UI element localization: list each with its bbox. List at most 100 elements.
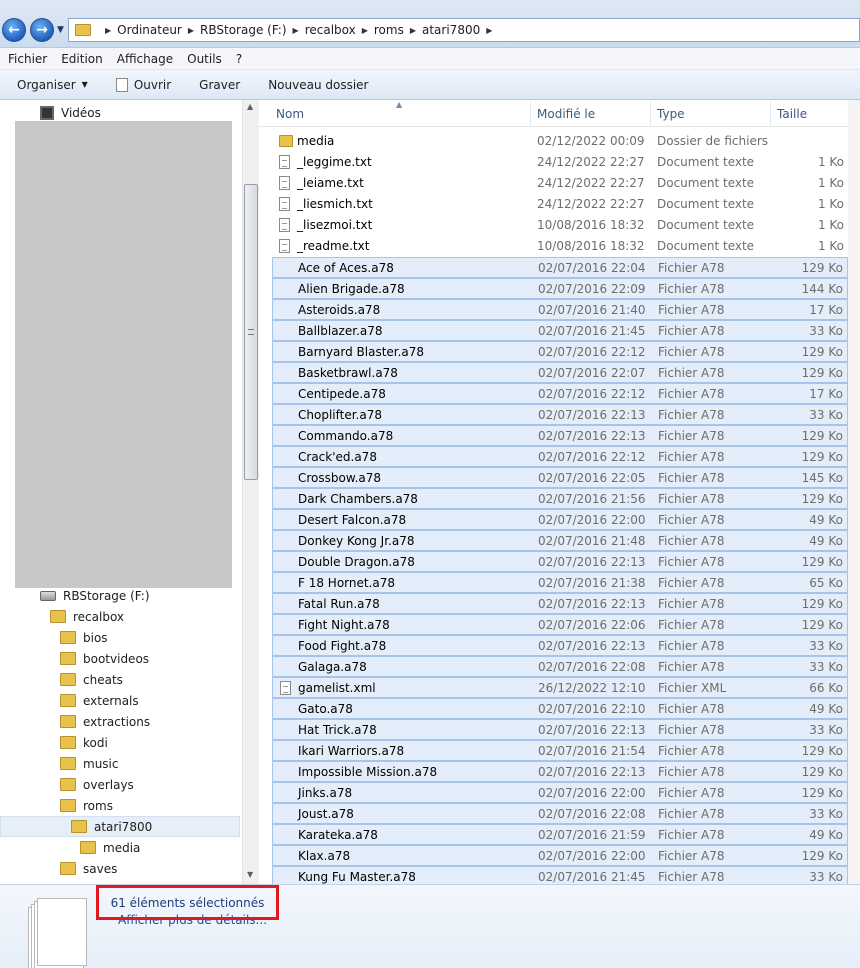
tree-item-extractions[interactable]: extractions [60, 711, 150, 732]
file-row[interactable]: Klax.a78 02/07/2016 22:00 Fichier A78 129 K… [272, 845, 848, 866]
file-row[interactable]: Double Dragon.a78 02/07/2016 22:13 Fichier… [272, 551, 848, 572]
folder-icon [80, 841, 96, 854]
tree-item-videos[interactable]: Vidéos [40, 102, 101, 123]
file-row[interactable]: Ikari Warriors.a78 02/07/2016 21:54 Fichie… [272, 740, 848, 761]
file-row[interactable]: Asteroids.a78 02/07/2016 21:40 Fichier A78… [272, 299, 848, 320]
column-header-modified[interactable]: Modifié le [537, 107, 595, 121]
file-name: media [297, 134, 335, 148]
file-row[interactable]: Impossible Mission.a78 02/07/2016 22:13 Fi… [272, 761, 848, 782]
breadcrumb-atari7800[interactable]: atari7800 [422, 23, 480, 37]
file-row[interactable]: _liesmich.txt 24/12/2022 22:27 Document te… [272, 194, 848, 215]
file-row[interactable]: _leiame.txt 24/12/2022 22:27 Document text… [272, 173, 848, 194]
file-row[interactable]: Fatal Run.a78 02/07/2016 22:13 Fichier A78… [272, 593, 848, 614]
scroll-down-icon[interactable]: ▼ [247, 870, 253, 879]
scroll-up-icon[interactable]: ▲ [247, 102, 253, 111]
navigation-scrollbar[interactable]: ▲ ▼ [242, 100, 259, 884]
chevron-right-icon[interactable]: ▶ [188, 26, 194, 35]
file-name: Asteroids.a78 [298, 303, 381, 317]
file-row[interactable]: Choplifter.a78 02/07/2016 22:13 Fichier A7… [272, 404, 848, 425]
menu-fichier[interactable]: Fichier [8, 52, 47, 66]
file-row[interactable]: Ballblazer.a78 02/07/2016 21:45 Fichier A7… [272, 320, 848, 341]
back-button[interactable]: ← [2, 18, 26, 42]
file-row[interactable]: Jinks.a78 02/07/2016 22:00 Fichier A78 129 … [272, 782, 848, 803]
file-name: Klax.a78 [298, 849, 351, 863]
tree-label: music [83, 756, 119, 771]
file-name: Commando.a78 [298, 429, 394, 443]
file-row[interactable]: Karateka.a78 02/07/2016 21:59 Fichier A78 4… [272, 824, 848, 845]
file-row[interactable]: Donkey Kong Jr.a78 02/07/2016 21:48 Fichie… [272, 530, 848, 551]
ouvrir-button[interactable]: Ouvrir [115, 77, 171, 92]
tree-item-rbstorage[interactable]: RBStorage (F:) [40, 585, 150, 606]
file-list-scrollbar[interactable] [848, 100, 860, 884]
file-row[interactable]: Gato.a78 02/07/2016 22:10 Fichier A78 49 Ko [272, 698, 848, 719]
menu-affichage[interactable]: Affichage [117, 52, 173, 66]
chevron-right-icon[interactable]: ▶ [486, 26, 492, 35]
breadcrumb-ordinateur[interactable]: Ordinateur [117, 23, 182, 37]
file-row[interactable]: Crossbow.a78 02/07/2016 22:05 Fichier A78 1… [272, 467, 848, 488]
file-row[interactable]: Commando.a78 02/07/2016 22:13 Fichier A78 1… [272, 425, 848, 446]
tree-item-atari7800[interactable]: atari7800 [0, 816, 240, 837]
breadcrumb-roms[interactable]: roms [374, 23, 404, 37]
menu-help[interactable]: ? [236, 52, 242, 66]
chevron-right-icon[interactable]: ▶ [293, 26, 299, 35]
file-row[interactable]: Barnyard Blaster.a78 02/07/2016 22:12 Fich… [272, 341, 848, 362]
file-modified: 10/08/2016 18:32 [537, 239, 645, 253]
tree-item-externals[interactable]: externals [60, 690, 139, 711]
file-row[interactable]: Fight Night.a78 02/07/2016 22:06 Fichier A… [272, 614, 848, 635]
scrollbar-thumb[interactable] [244, 184, 258, 480]
file-row[interactable]: Food Fight.a78 02/07/2016 22:13 Fichier A7… [272, 635, 848, 656]
folder-icon [60, 652, 76, 665]
tree-item-recalbox[interactable]: recalbox [50, 606, 124, 627]
file-row[interactable]: Alien Brigade.a78 02/07/2016 22:09 Fichier… [272, 278, 848, 299]
column-divider[interactable] [650, 102, 651, 126]
file-row[interactable]: Crack'ed.a78 02/07/2016 22:12 Fichier A78 1… [272, 446, 848, 467]
tree-item-bootvideos[interactable]: bootvideos [60, 648, 149, 669]
file-row[interactable]: _readme.txt 10/08/2016 18:32 Document text… [272, 236, 848, 257]
file-row[interactable]: gamelist.xml 26/12/2022 12:10 Fichier XML 6… [272, 677, 848, 698]
graver-button[interactable]: Graver [199, 78, 240, 92]
file-row[interactable]: Kung Fu Master.a78 02/07/2016 21:45 Fichie… [272, 866, 848, 884]
chevron-right-icon[interactable]: ▶ [410, 26, 416, 35]
recent-pages-dropdown-icon[interactable]: ▼ [57, 25, 64, 35]
tree-label: Vidéos [61, 105, 101, 120]
file-row[interactable]: Joust.a78 02/07/2016 22:08 Fichier A78 33 K… [272, 803, 848, 824]
file-row[interactable]: media 02/12/2022 00:09 Dossier de fichiers [272, 131, 848, 152]
breadcrumb-rbstorage[interactable]: RBStorage (F:) [200, 23, 287, 37]
tree-item-saves[interactable]: saves [60, 858, 117, 879]
file-row[interactable]: Basketbrawl.a78 02/07/2016 22:07 Fichier A… [272, 362, 848, 383]
breadcrumb[interactable]: ▶ Ordinateur ▶ RBStorage (F:) ▶ recalbox… [68, 18, 860, 42]
file-name: _readme.txt [297, 239, 370, 253]
file-row[interactable]: Galaga.a78 02/07/2016 22:08 Fichier A78 33 … [272, 656, 848, 677]
organiser-button[interactable]: Organiser ▼ [17, 78, 88, 92]
tree-item-bios[interactable]: bios [60, 627, 108, 648]
file-row[interactable]: Ace of Aces.a78 02/07/2016 22:04 Fichier A… [272, 257, 848, 278]
file-modified: 24/12/2022 22:27 [537, 176, 645, 190]
tree-item-cheats[interactable]: cheats [60, 669, 123, 690]
chevron-right-icon[interactable]: ▶ [362, 26, 368, 35]
tree-item-roms[interactable]: roms [60, 795, 113, 816]
column-divider[interactable] [770, 102, 771, 126]
tree-item-music[interactable]: music [60, 753, 118, 774]
file-row[interactable]: _lisezmoi.txt 10/08/2016 18:32 Document te… [272, 215, 848, 236]
file-row[interactable]: Centipede.a78 02/07/2016 22:12 Fichier A78… [272, 383, 848, 404]
tree-item-overlays[interactable]: overlays [60, 774, 134, 795]
column-header-name[interactable]: Nom [276, 107, 304, 121]
file-row[interactable]: F 18 Hornet.a78 02/07/2016 21:38 Fichier A… [272, 572, 848, 593]
file-modified: 10/08/2016 18:32 [537, 218, 645, 232]
file-row[interactable]: Hat Trick.a78 02/07/2016 22:13 Fichier A78… [272, 719, 848, 740]
menu-outils[interactable]: Outils [187, 52, 222, 66]
file-row[interactable]: _leggime.txt 24/12/2022 22:27 Document tex… [272, 152, 848, 173]
forward-button[interactable]: → [30, 18, 54, 42]
breadcrumb-recalbox[interactable]: recalbox [305, 23, 356, 37]
tree-item-kodi[interactable]: kodi [60, 732, 108, 753]
file-size: 33 Ko [809, 723, 843, 737]
file-row[interactable]: Desert Falcon.a78 02/07/2016 22:00 Fichier… [272, 509, 848, 530]
tree-item-media[interactable]: media [80, 837, 140, 858]
new-folder-button[interactable]: Nouveau dossier [268, 78, 368, 92]
file-row[interactable]: Dark Chambers.a78 02/07/2016 21:56 Fichier… [272, 488, 848, 509]
chevron-right-icon[interactable]: ▶ [105, 26, 111, 35]
column-header-type[interactable]: Type [657, 107, 685, 121]
menu-edition[interactable]: Edition [61, 52, 103, 66]
column-header-size[interactable]: Taille [777, 107, 807, 121]
column-divider[interactable] [530, 102, 531, 126]
